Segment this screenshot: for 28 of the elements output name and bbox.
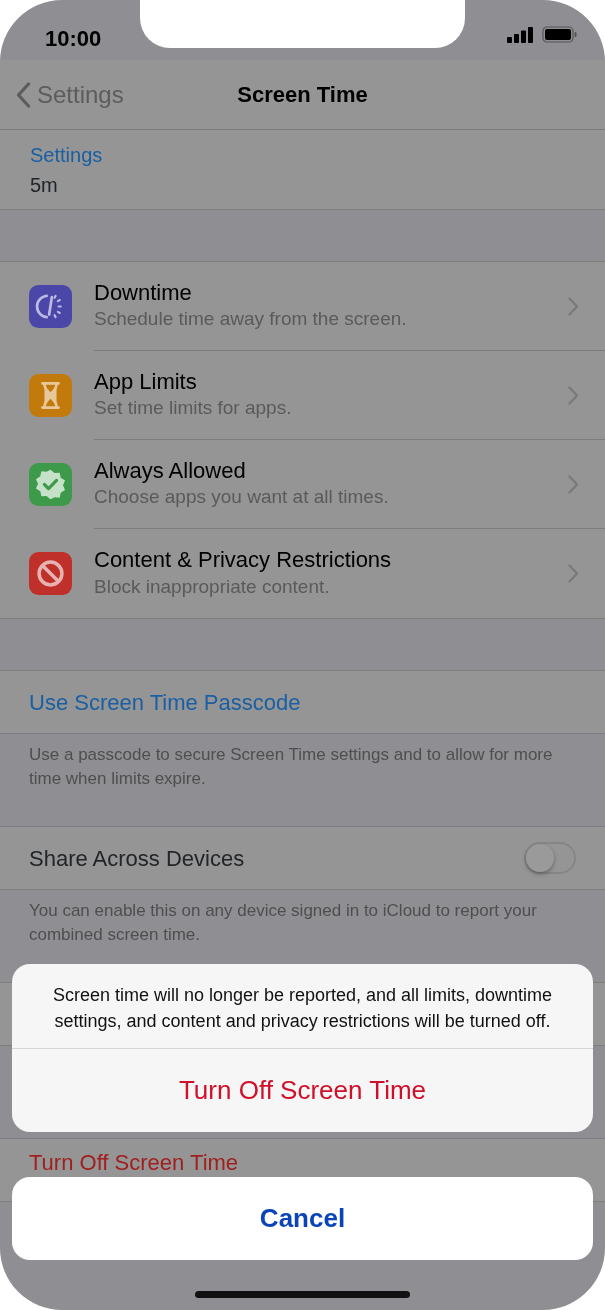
menu-item-title[interactable]: Always Allowed [94,458,246,485]
hourglass-icon [29,374,72,417]
chevron-icon [568,296,579,316]
share-toggle[interactable] [524,842,576,874]
menu-item-title[interactable]: App Limits [94,369,197,396]
usage-time: 5m [30,173,58,198]
sheet-message: Screen time will no longer be reported, and all limits, downtime settings, and content and privacy restrictions will be turned off. [12,964,593,1050]
cancel-button[interactable]: Cancel [12,1177,593,1260]
check-badge-icon [29,463,72,506]
menu-item-subtitle: Schedule time away from the screen. [94,307,407,332]
screen-title: Screen Time [237,81,368,109]
turn-off-button[interactable]: Turn Off Screen Time [12,1049,593,1133]
battery-icon [542,26,577,43]
back-chevron-icon [16,82,31,108]
menu-item-title[interactable]: Content & Privacy Restrictions [94,547,392,574]
chevron-icon [568,564,579,583]
chevron-icon [568,474,579,494]
menu-item-subtitle: Block inappropriate content. [94,574,330,599]
passcode-footer: Use a passcode to secure Screen Time settings and to allow for more time when limits expire. [0,734,605,826]
menu-item-subtitle: Choose apps you want at all times. [94,485,389,510]
chevron-icon [568,385,579,405]
signal-icon [507,26,534,43]
menu-item-subtitle: Set time limits for apps. [94,396,292,421]
prohibited-icon [29,552,72,595]
menu-item-title[interactable]: Downtime [94,280,192,307]
downtime-icon [29,285,72,328]
share-label: Share Across Devices [29,844,245,873]
status-time: 10:00 [45,25,102,53]
